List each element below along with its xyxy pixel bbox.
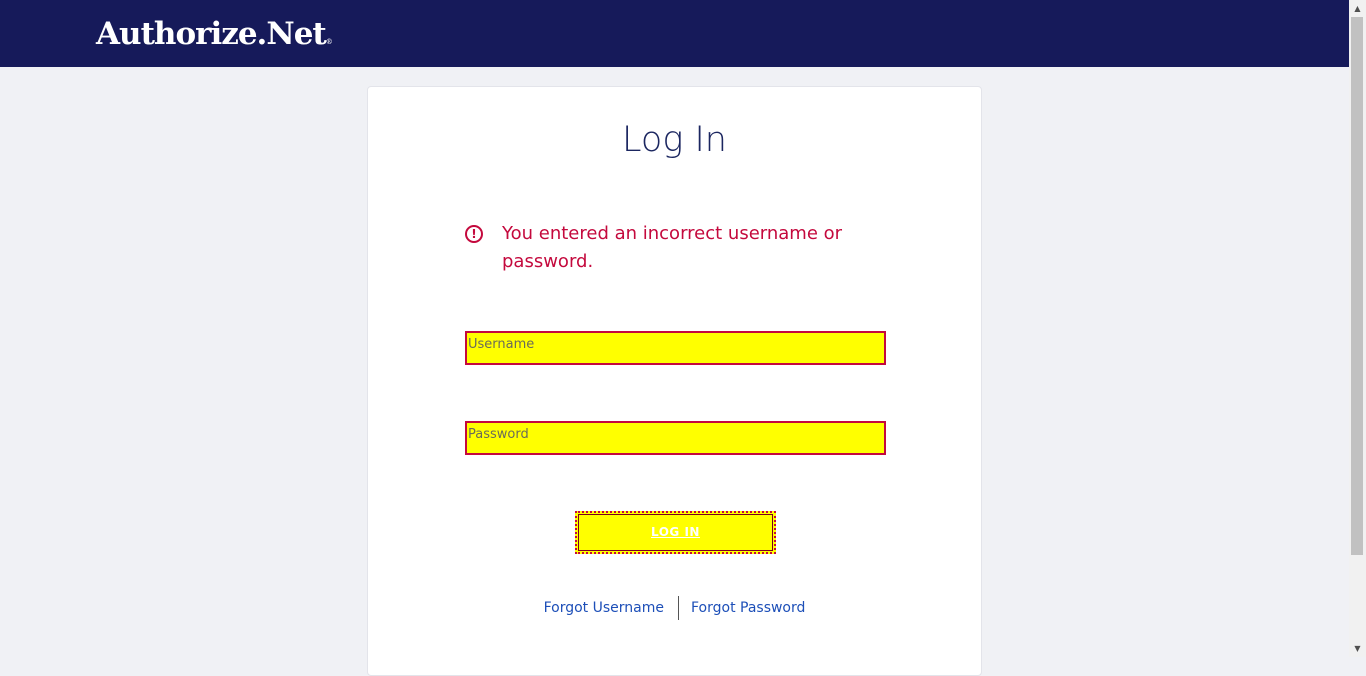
scroll-down-icon[interactable]: ▼: [1349, 640, 1366, 657]
page-title: Log In: [622, 120, 727, 160]
logo-registered-mark: ®: [325, 38, 333, 46]
forgot-links: Forgot Username Forgot Password: [368, 596, 981, 620]
page-scrollbar[interactable]: ▲ ▼: [1349, 0, 1366, 657]
authorize-net-logo[interactable]: Authorize.Net®: [96, 12, 333, 56]
username-input[interactable]: [467, 335, 884, 366]
forgot-username-link[interactable]: Forgot Username: [544, 600, 664, 616]
username-field[interactable]: [465, 331, 886, 366]
scroll-thumb[interactable]: [1351, 17, 1363, 555]
forgot-password-link[interactable]: Forgot Password: [691, 600, 805, 616]
scroll-up-icon[interactable]: ▲: [1349, 0, 1366, 17]
login-card: Log In ! You entered an incorrect userna…: [367, 86, 982, 676]
password-field[interactable]: [465, 421, 886, 456]
error-icon: !: [465, 225, 483, 243]
login-button[interactable]: LOG IN: [575, 511, 776, 554]
link-divider: [677, 596, 679, 620]
site-header: Authorize.Net®: [0, 0, 1349, 67]
password-input[interactable]: [467, 425, 884, 456]
error-message: You entered an incorrect username or pas…: [502, 223, 843, 272]
logo-text: Authorize.Net: [96, 16, 327, 52]
